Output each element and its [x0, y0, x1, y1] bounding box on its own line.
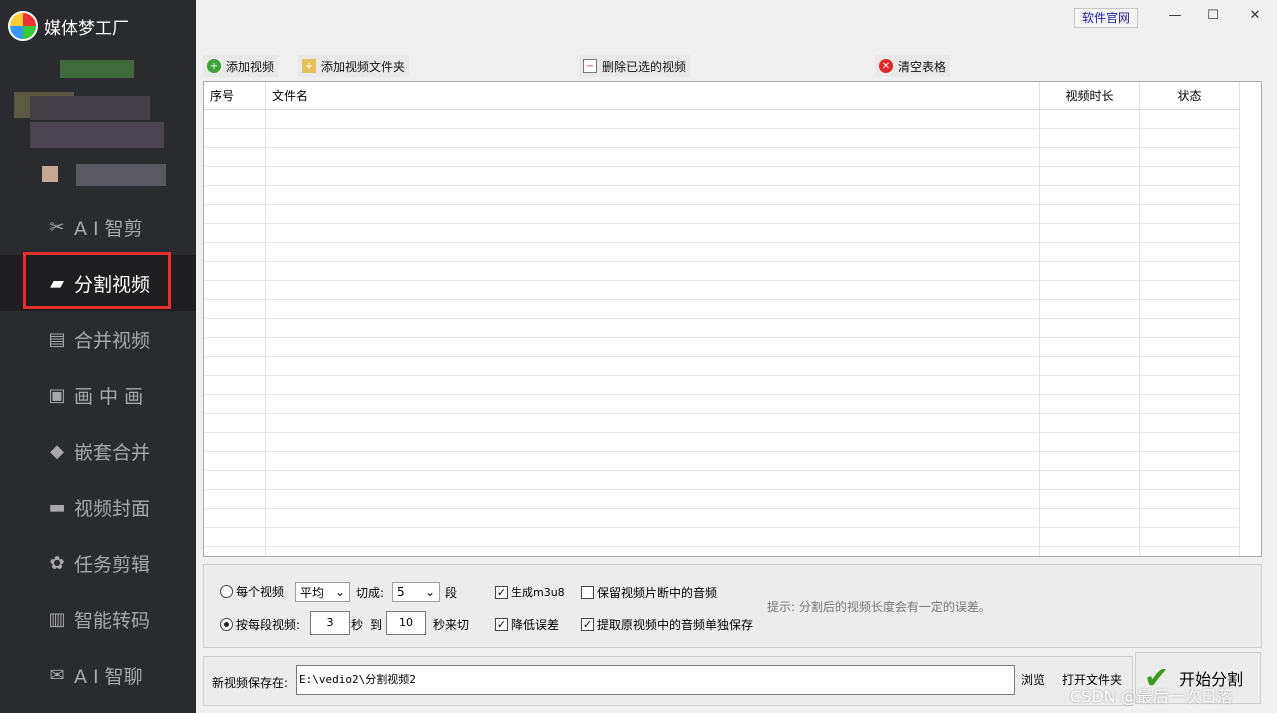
per-video-label: 每个视频	[236, 585, 285, 599]
table-body	[204, 110, 1240, 556]
sidebar-item-task-edit[interactable]: ✿ 任务剪辑	[0, 535, 196, 591]
sidebar-item-label: A I 智聊	[74, 665, 143, 688]
sidebar-item-video-cover[interactable]: ▬ 视频封面	[0, 479, 196, 535]
checkbox-box: ✓	[495, 618, 508, 631]
random-cut-label: 秒来切	[433, 618, 470, 632]
minimize-icon[interactable]: —	[1163, 8, 1187, 26]
column-header-duration[interactable]: 视频时长	[1040, 82, 1140, 110]
per-segment-label: 按每段视频:	[236, 618, 301, 632]
checkbox-box	[581, 586, 594, 599]
sidebar-item-label: 嵌套合并	[74, 441, 151, 464]
maximize-icon[interactable]: ☐	[1201, 8, 1225, 26]
checkbox-box: ✓	[495, 585, 508, 599]
save-location-bar: 新视频保存在: E:\vedio2\分割视频2 浏览 打开文件夹	[203, 656, 1133, 706]
column-header-status[interactable]: 状态	[1140, 82, 1240, 110]
titlebar: 软件官网 — ☐ ✕	[196, 0, 1277, 34]
sidebar-item-label: 智能转码	[74, 609, 151, 632]
watermark: CSDN @最后一次日落	[1070, 687, 1233, 706]
sidebar-item-label: 分割视频	[74, 273, 151, 296]
folder-add-icon: +	[302, 59, 316, 73]
save-location-label: 新视频保存在:	[212, 676, 289, 690]
gen-m3u8-label: 生成m3u8	[511, 586, 565, 599]
per-video-radio[interactable]: 每个视频	[220, 583, 284, 600]
clear-icon: ✕	[879, 59, 893, 73]
to-label: 到	[370, 618, 383, 632]
clear-table-label: 清空表格	[898, 59, 947, 74]
radio-circle	[220, 585, 233, 598]
chevron-down-icon: ⌄	[424, 585, 435, 599]
split-mode-select[interactable]: 平均 ⌄	[295, 582, 350, 602]
clear-table-button[interactable]: ✕ 清空表格	[875, 55, 951, 77]
app-window: 媒体梦工厂 ✂ A I 智剪 ▰ 分割视频 ▤ 合并视频 ▣ 画 中 画 ◆ 嵌套合并 ▬ 视频封面 ✿…	[0, 0, 1277, 713]
app-logo-icon	[8, 11, 38, 41]
column-divider	[1139, 82, 1140, 556]
extract-audio-checkbox[interactable]: ✓ 提取原视频中的音频单独保存	[581, 616, 753, 633]
add-folder-label: 添加视频文件夹	[321, 59, 406, 74]
segments-select[interactable]: 5 ⌄	[392, 582, 440, 602]
sidebar-item-nested-merge[interactable]: ◆ 嵌套合并	[0, 423, 196, 479]
seconds-label: 秒	[351, 618, 364, 632]
chevron-down-icon: ⌄	[334, 585, 345, 599]
nested-merge-icon: ◆	[50, 440, 64, 462]
sidebar-item-label: 画 中 画	[74, 385, 144, 408]
sidebar-item-label: 合并视频	[74, 329, 151, 352]
transcode-icon: ▥	[48, 608, 66, 630]
video-cover-icon: ▬	[48, 496, 66, 518]
split-mode-value: 平均	[300, 585, 325, 600]
min-seconds-input[interactable]: 3	[310, 611, 350, 635]
sidebar: 媒体梦工厂 ✂ A I 智剪 ▰ 分割视频 ▤ 合并视频 ▣ 画 中 画 ◆ 嵌套合并 ▬ 视频封面 ✿…	[0, 0, 196, 713]
split-video-icon: ▰	[50, 272, 64, 294]
app-name: 媒体梦工厂	[44, 18, 129, 39]
sidebar-item-label: 任务剪辑	[74, 553, 151, 576]
delete-selected-button[interactable]: − 删除已选的视频	[579, 55, 691, 77]
radio-circle	[220, 618, 233, 631]
sidebar-item-split-video[interactable]: ▰ 分割视频	[0, 255, 196, 311]
sidebar-item-label: 视频封面	[74, 497, 151, 520]
sidebar-item-label: A I 智剪	[74, 217, 143, 240]
reduce-error-label: 降低误差	[511, 618, 560, 632]
add-folder-button[interactable]: + 添加视频文件夹	[298, 55, 410, 77]
sidebar-item-transcode[interactable]: ▥ 智能转码	[0, 591, 196, 647]
browse-button[interactable]: 浏览	[1017, 665, 1049, 695]
split-options-panel: 每个视频 平均 ⌄ 切成: 5 ⌄ 段 ✓ 生成m3u8 保留视频片断中的音频 …	[203, 564, 1262, 648]
table-header: 序号 文件名 视频时长 状态	[204, 82, 1240, 110]
hint-text: 提示: 分割后的视频长度会有一定的误差。	[767, 600, 991, 614]
merge-video-icon: ▤	[48, 328, 66, 350]
picture-in-picture-icon: ▣	[48, 384, 66, 406]
sidebar-item-picture-in-picture[interactable]: ▣ 画 中 画	[0, 367, 196, 423]
segment-unit-label: 段	[445, 586, 458, 600]
extract-audio-label: 提取原视频中的音频单独保存	[597, 618, 754, 632]
column-divider	[1039, 82, 1040, 556]
segments-value: 5	[397, 585, 405, 599]
delete-file-icon: −	[583, 59, 597, 73]
keep-audio-checkbox[interactable]: 保留视频片断中的音频	[581, 584, 717, 601]
save-path-input[interactable]: E:\vedio2\分割视频2	[296, 665, 1015, 695]
ai-chat-icon: ✉	[49, 664, 65, 686]
task-edit-icon: ✿	[49, 552, 65, 574]
column-divider	[265, 82, 266, 556]
official-site-link[interactable]: 软件官网	[1074, 8, 1138, 28]
max-seconds-input[interactable]: 10	[386, 611, 426, 635]
add-icon: +	[207, 59, 221, 73]
sidebar-item-ai-chat[interactable]: ✉ A I 智聊	[0, 647, 196, 703]
add-video-button[interactable]: + 添加视频	[203, 55, 279, 77]
reduce-error-checkbox[interactable]: ✓ 降低误差	[495, 616, 559, 633]
brand: 媒体梦工厂	[8, 8, 129, 44]
add-video-label: 添加视频	[226, 59, 275, 74]
column-header-filename[interactable]: 文件名	[266, 82, 1040, 110]
keep-audio-label: 保留视频片断中的音频	[597, 586, 718, 600]
delete-selected-label: 删除已选的视频	[602, 59, 687, 74]
ai-cut-icon: ✂	[49, 216, 65, 238]
per-segment-radio[interactable]: 按每段视频:	[220, 616, 300, 633]
column-divider	[1239, 82, 1240, 556]
column-header-index[interactable]: 序号	[204, 82, 266, 110]
video-table[interactable]: 序号 文件名 视频时长 状态	[203, 81, 1262, 557]
sidebar-item-ai-cut[interactable]: ✂ A I 智剪	[0, 199, 196, 255]
cut-into-label: 切成:	[356, 586, 385, 600]
checkbox-box: ✓	[581, 618, 594, 631]
close-icon[interactable]: ✕	[1243, 8, 1267, 26]
gen-m3u8-checkbox[interactable]: ✓ 生成m3u8	[495, 584, 565, 600]
sidebar-item-merge-video[interactable]: ▤ 合并视频	[0, 311, 196, 367]
